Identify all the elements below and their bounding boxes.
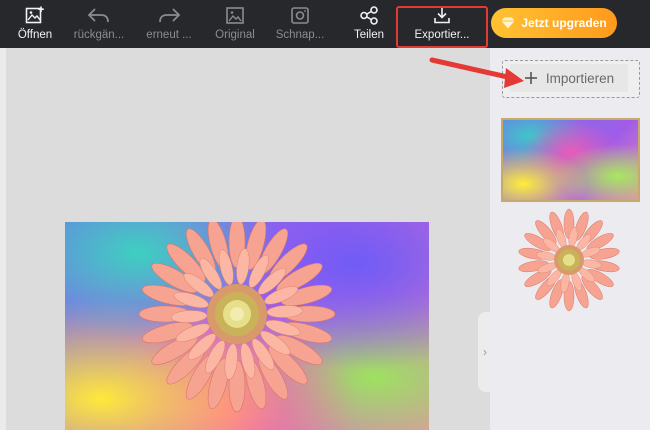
undo-button[interactable]: rückgän... <box>68 0 130 48</box>
share-nodes-icon <box>360 6 378 25</box>
redo-arrow-icon <box>159 8 181 23</box>
undo-arrow-icon <box>87 8 109 23</box>
chevron-right-icon: › <box>483 345 487 359</box>
diamond-icon <box>501 17 515 29</box>
snapshot-button[interactable]: Schnap... <box>270 0 330 48</box>
upgrade-button[interactable]: Jetzt upgraden <box>491 8 617 38</box>
export-highlight-box <box>396 6 488 48</box>
open-button[interactable]: Öffnen <box>12 0 58 48</box>
undo-label: rückgän... <box>73 29 125 41</box>
redo-button[interactable]: erneut ... <box>138 0 200 48</box>
share-label: Teilen <box>353 29 385 41</box>
camera-icon <box>291 7 309 24</box>
flower-thumbnail[interactable] <box>505 207 633 313</box>
gerbera-flower-image <box>138 222 336 413</box>
image-plus-icon <box>25 6 44 24</box>
original-button[interactable]: Original <box>208 0 262 48</box>
open-label: Öffnen <box>17 29 53 41</box>
annotation-arrow <box>429 57 524 88</box>
left-edge-strip <box>0 48 6 430</box>
import-label: Importieren <box>545 70 615 86</box>
top-toolbar: Öffnen rückgän... erneut ... Original Sc… <box>0 0 650 48</box>
image-icon <box>226 7 244 24</box>
original-label: Original <box>215 29 255 41</box>
canvas-artwork[interactable] <box>65 222 429 430</box>
snapshot-label: Schnap... <box>275 29 325 41</box>
upgrade-label: Jetzt upgraden <box>521 16 607 30</box>
redo-label: erneut ... <box>146 29 192 41</box>
background-thumbnail[interactable] <box>501 118 640 202</box>
share-button[interactable]: Teilen <box>346 0 392 48</box>
